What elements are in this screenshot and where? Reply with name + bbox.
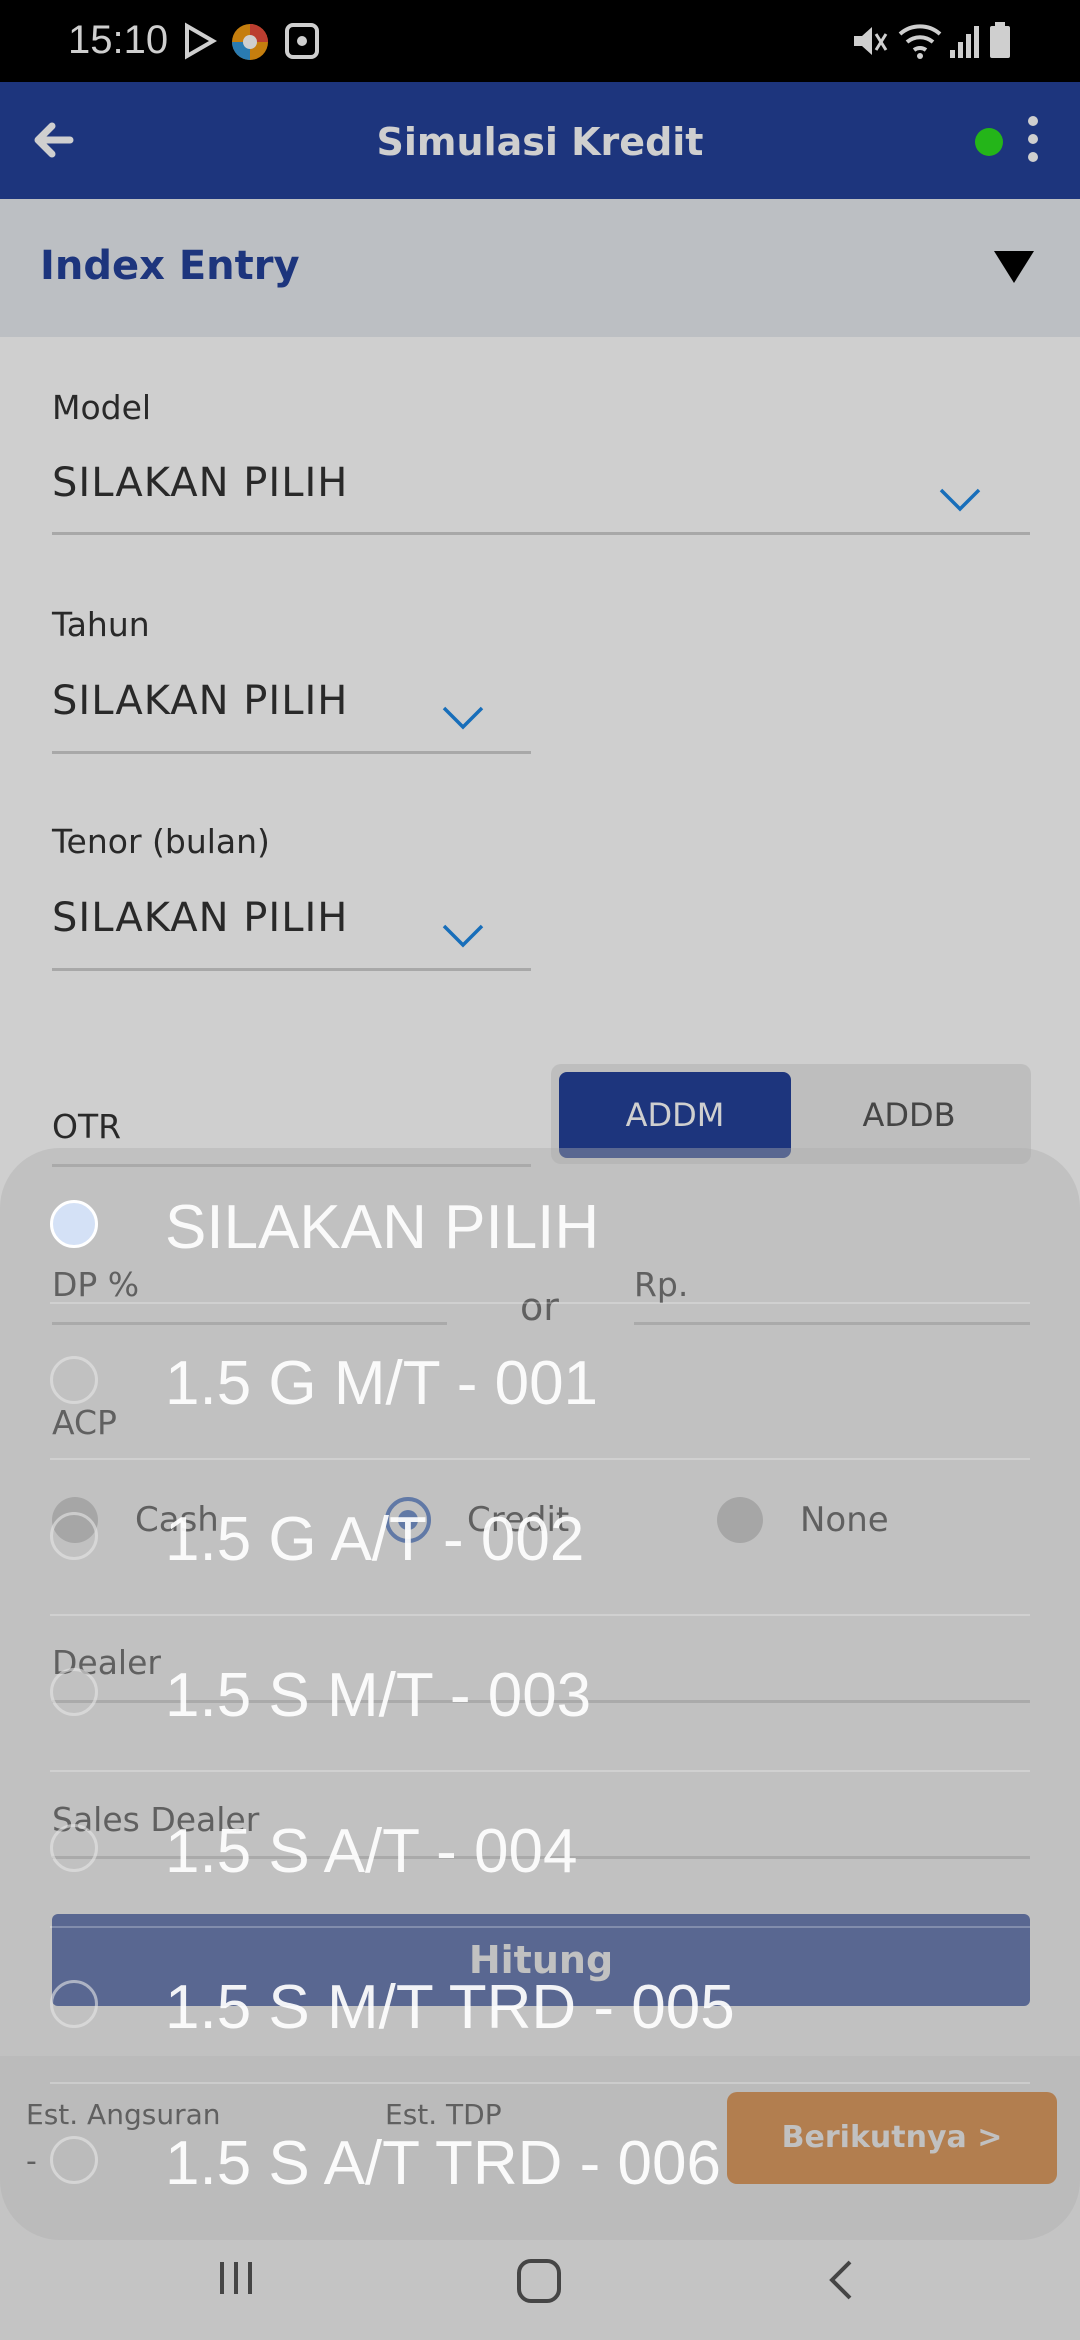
picker-option[interactable]: 1.5 S A/T - 004 bbox=[0, 1772, 1080, 1928]
picker-option[interactable]: SILAKAN PILIH bbox=[0, 1148, 1080, 1304]
picker-option[interactable]: 1.5 G M/T - 001 bbox=[0, 1304, 1080, 1460]
picker-option-radio[interactable] bbox=[50, 1824, 98, 1872]
picker-option-label: 1.5 G M/T - 001 bbox=[165, 1349, 599, 1418]
picker-option-radio[interactable] bbox=[50, 1668, 98, 1716]
picker-option-radio[interactable] bbox=[50, 2136, 98, 2184]
picker-option-label: 1.5 S A/T TRD - 006 bbox=[165, 2129, 721, 2198]
picker-option-label: 1.5 S M/T - 003 bbox=[165, 1661, 592, 1730]
picker-option-label: SILAKAN PILIH bbox=[165, 1193, 600, 1262]
picker-option-label: 1.5 G A/T - 002 bbox=[165, 1505, 585, 1574]
picker-option-radio[interactable] bbox=[50, 1356, 98, 1404]
picker-option[interactable]: 1.5 S A/T TRD - 006 bbox=[0, 2084, 1080, 2240]
picker-option-label: 1.5 S A/T - 004 bbox=[165, 1817, 578, 1886]
picker-option-label: 1.5 S M/T TRD - 005 bbox=[165, 1973, 735, 2042]
picker-option-radio[interactable] bbox=[50, 1200, 98, 1248]
model-picker-sheet: SILAKAN PILIH 1.5 G M/T - 001 1.5 G A/T … bbox=[0, 1148, 1080, 2240]
picker-option[interactable]: 1.5 G A/T - 002 bbox=[0, 1460, 1080, 1616]
picker-option[interactable]: 1.5 S M/T TRD - 005 bbox=[0, 1928, 1080, 2084]
picker-option-radio[interactable] bbox=[50, 1512, 98, 1560]
picker-option-radio[interactable] bbox=[50, 1980, 98, 2028]
picker-option[interactable]: 1.5 S M/T - 003 bbox=[0, 1616, 1080, 1772]
